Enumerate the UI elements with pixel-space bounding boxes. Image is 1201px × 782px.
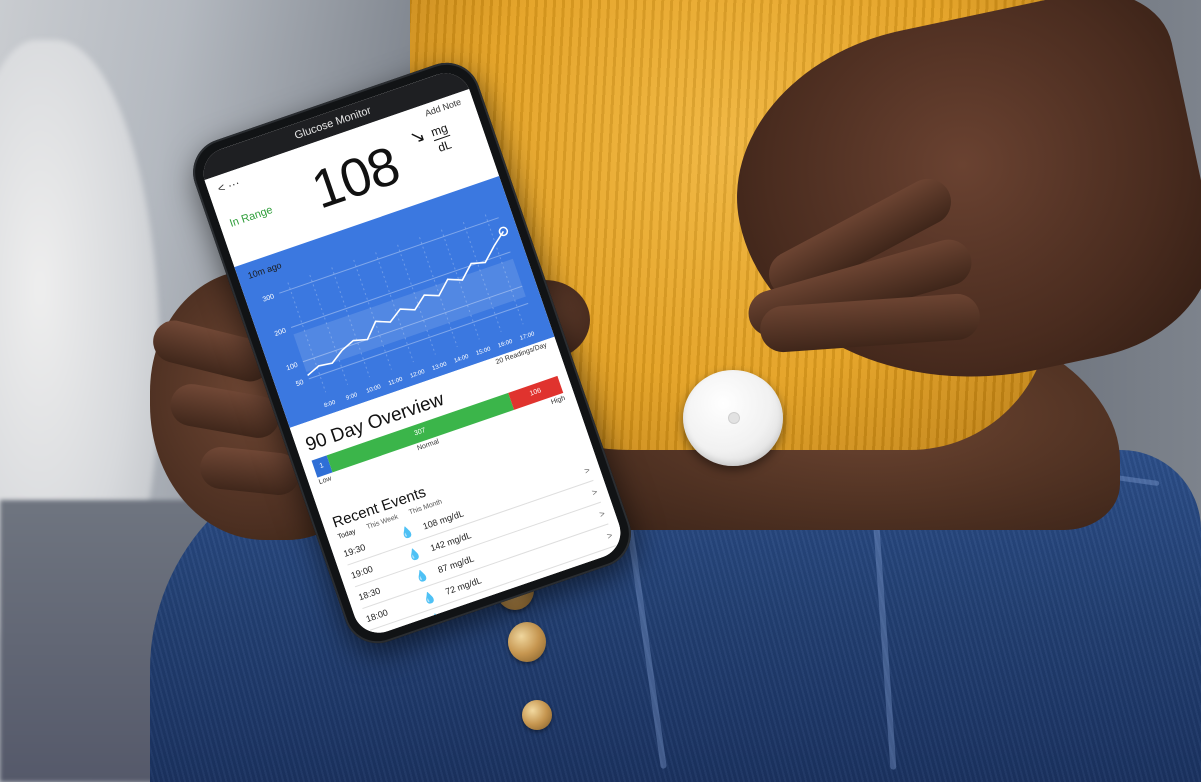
chevron-right-icon: > [583,464,592,476]
photo-scene: Glucose Monitor < ··· Add Note In Range … [0,0,1201,782]
x-tick-label: 11:00 [388,376,404,387]
glucose-unit: mg dL [429,121,455,156]
trend-arrow-icon: ↘ [406,124,428,149]
x-tick-label: 14:00 [453,354,470,365]
y-tick-label: 100 [286,362,299,372]
y-tick-label: 300 [262,293,275,303]
glucose-value: 108 [304,135,407,221]
glucose-sensor [683,370,783,466]
y-tick-label: 50 [295,379,305,388]
chevron-right-icon: > [590,486,599,498]
range-status: In Range [228,203,275,230]
chevron-right-icon: > [597,508,607,520]
x-tick-label: 17:00 [519,331,536,342]
overview-high-label: High [550,394,567,407]
x-tick-label: 9:00 [345,392,359,402]
unit-bottom: dL [436,137,454,155]
x-tick-label: 12:00 [410,369,427,380]
target-range-band [293,258,526,373]
overview-low-label: Low [318,475,333,487]
jeans-button [508,622,546,662]
x-tick-label: 15:00 [475,346,492,357]
chevron-right-icon: > [605,530,614,542]
sensor-center [728,412,740,424]
x-tick-label: 10:00 [366,384,383,395]
jeans-button [522,700,552,730]
y-tick-label: 200 [274,328,287,338]
back-button[interactable]: < ··· [216,175,242,196]
x-tick-label: 8:00 [323,400,337,410]
x-tick-label: 13:00 [432,361,449,372]
x-tick-label: 16:00 [497,339,514,350]
